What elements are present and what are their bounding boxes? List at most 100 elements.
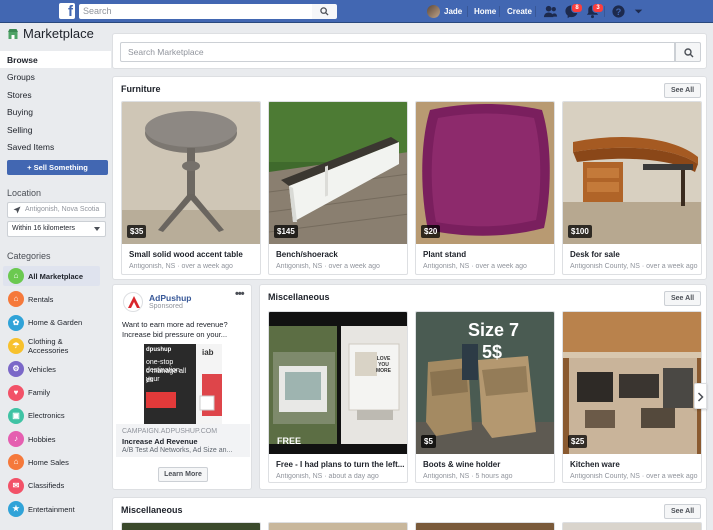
listing-card[interactable]: $20 Plant stand Antigonish, NS · over a …: [415, 101, 555, 275]
nav-divider: [499, 6, 500, 17]
chevron-down-icon[interactable]: [631, 4, 646, 19]
categories-heading: Categories: [7, 251, 51, 261]
price-tag: FREE: [277, 436, 302, 446]
listing-card[interactable]: [415, 522, 555, 530]
search-icon: [684, 48, 694, 58]
heart-icon: ♥: [8, 384, 24, 401]
sign-text: LOVE YOU MORE: [376, 356, 391, 374]
price-tag: $35: [127, 225, 147, 238]
listing-card[interactable]: $100 Desk for sale Antigonish County, NS…: [562, 101, 702, 275]
furniture-section: Furniture See All $35 Small solid wood a…: [112, 76, 707, 280]
listing-card[interactable]: $25 Kitchen ware Antigonish County, NS ·…: [562, 311, 702, 483]
listing-title: Kitchen ware: [570, 460, 620, 469]
global-search-button[interactable]: [312, 4, 337, 19]
listing-card[interactable]: LOVE YOU MORE FREE Free - I had plans to t…: [268, 311, 408, 483]
category-hobbies[interactable]: ♪ Hobbies: [3, 429, 100, 449]
avatar[interactable]: [427, 5, 440, 18]
house-sale-icon: ⌂: [8, 454, 24, 471]
price-tag: $5: [421, 435, 436, 448]
category-label: Clothing & Accessories: [28, 336, 69, 355]
distance-select[interactable]: Within 16 kilometers: [7, 221, 106, 237]
listing-title: Bench/shoerack: [276, 250, 338, 259]
listing-title: Plant stand: [423, 250, 467, 259]
category-label: All Marketplace: [28, 271, 84, 281]
category-home-garden[interactable]: ✿ Home & Garden: [3, 313, 100, 333]
sidebar-item-browse[interactable]: Browse: [7, 55, 38, 65]
category-entertainment[interactable]: ★ Entertainment: [3, 499, 100, 519]
ad-image[interactable]: dpushup one-stop destination o manage al…: [144, 344, 222, 424]
sidebar-item-selling[interactable]: Selling: [7, 125, 33, 135]
listing-image: $20: [416, 102, 554, 244]
category-label: Home Sales: [28, 457, 69, 467]
sponsored-ad[interactable]: AdPushup Sponsored ••• Want to earn more…: [112, 284, 252, 490]
ad-link-preview[interactable]: CAMPAIGN.ADPUSHUP.COM Increase Ad Revenu…: [116, 424, 250, 457]
listing-meta: Antigonish, NS · over a week ago: [129, 263, 233, 270]
category-label: Rentals: [28, 294, 54, 304]
listing-image: $25: [563, 312, 701, 454]
device-icon: ▣: [8, 407, 24, 424]
sidebar-item-groups[interactable]: Groups: [7, 72, 35, 82]
ticket-icon: ★: [8, 501, 24, 517]
see-all-button[interactable]: See All: [664, 291, 702, 306]
sidebar-item-saved-items[interactable]: Saved Items: [7, 142, 54, 152]
location-input[interactable]: Antigonish, Nova Scotia: [7, 202, 106, 218]
listing-meta: Antigonish, NS · about a day ago: [276, 473, 379, 480]
listing-image: Size 7 5$ $5: [416, 312, 554, 454]
facebook-logo-icon[interactable]: f: [59, 3, 75, 19]
help-icon[interactable]: ?: [611, 4, 626, 19]
home-link[interactable]: Home: [474, 0, 496, 23]
location-value: Antigonish, Nova Scotia: [25, 206, 100, 213]
listing-card[interactable]: $145 Bench/shoerack Antigonish, NS · ove…: [268, 101, 408, 275]
listing-meta: Antigonish, NS · over a week ago: [423, 263, 527, 270]
sidebar-item-buying[interactable]: Buying: [7, 107, 33, 117]
ad-image-line: ds: [146, 377, 154, 384]
listing-title: Desk for sale: [570, 250, 620, 259]
search-icon: [320, 7, 329, 16]
create-link[interactable]: Create: [507, 0, 532, 23]
listing-image: $145: [269, 102, 407, 244]
marketplace-search-input[interactable]: Search Marketplace: [120, 42, 675, 62]
sell-something-button[interactable]: + Sell Something: [7, 160, 108, 175]
listing-title: Free - I had plans to turn the left...: [276, 460, 404, 469]
category-rentals[interactable]: ⌂ Rentals: [3, 289, 100, 309]
sidebar-item-stores[interactable]: Stores: [7, 90, 32, 100]
chevron-right-icon: [697, 392, 704, 402]
price-tag: $100: [568, 225, 592, 238]
listing-card[interactable]: [121, 522, 261, 530]
category-clothing-accessories[interactable]: ☂ Clothing & Accessories: [3, 336, 100, 356]
category-vehicles[interactable]: ⚙ Vehicles: [3, 359, 100, 379]
listing-card[interactable]: [268, 522, 408, 530]
listing-meta: Antigonish County, NS · over a week ago: [570, 473, 698, 480]
category-all-marketplace[interactable]: ⌂ All Marketplace: [3, 266, 100, 286]
category-electronics[interactable]: ▣ Electronics: [3, 406, 100, 426]
page-title: Marketplace: [23, 26, 94, 41]
global-search-input[interactable]: Search: [79, 4, 312, 19]
marketplace-search-button[interactable]: [675, 42, 701, 62]
listing-title: Small solid wood accent table: [129, 250, 243, 259]
marketplace-search-bar: Search Marketplace: [112, 33, 707, 69]
friend-requests-icon[interactable]: [543, 4, 558, 19]
more-options-icon[interactable]: •••: [235, 288, 245, 300]
house-icon: ⌂: [8, 291, 24, 308]
learn-more-button[interactable]: Learn More: [158, 467, 208, 482]
advertiser-logo[interactable]: [123, 292, 143, 312]
category-home-sales[interactable]: ⌂ Home Sales: [3, 452, 100, 472]
category-family[interactable]: ♥ Family: [3, 383, 100, 403]
messages-count-badge: 8: [571, 3, 583, 13]
section-title: Miscellaneous: [121, 505, 183, 515]
image-overlay-text: 5$: [482, 342, 503, 362]
listing-card[interactable]: Size 7 5$ $5 Boots & wine holder Antigon…: [415, 311, 555, 483]
category-classifieds[interactable]: ✉ Classifieds: [3, 476, 100, 496]
see-all-button[interactable]: See All: [664, 83, 702, 98]
profile-link[interactable]: Jade: [444, 0, 462, 23]
notifications-count-badge: 3: [592, 3, 604, 13]
listing-card[interactable]: [562, 522, 702, 530]
listing-card[interactable]: $35 Small solid wood accent table Antigo…: [121, 101, 261, 275]
see-all-button[interactable]: See All: [664, 504, 702, 519]
svg-text:?: ?: [616, 7, 622, 17]
carousel-next-button[interactable]: [694, 383, 707, 409]
price-tag: $25: [568, 435, 588, 448]
category-label: Vehicles: [28, 364, 56, 374]
caret-down-icon: [94, 227, 100, 231]
advertiser-name[interactable]: AdPushup: [149, 293, 192, 303]
